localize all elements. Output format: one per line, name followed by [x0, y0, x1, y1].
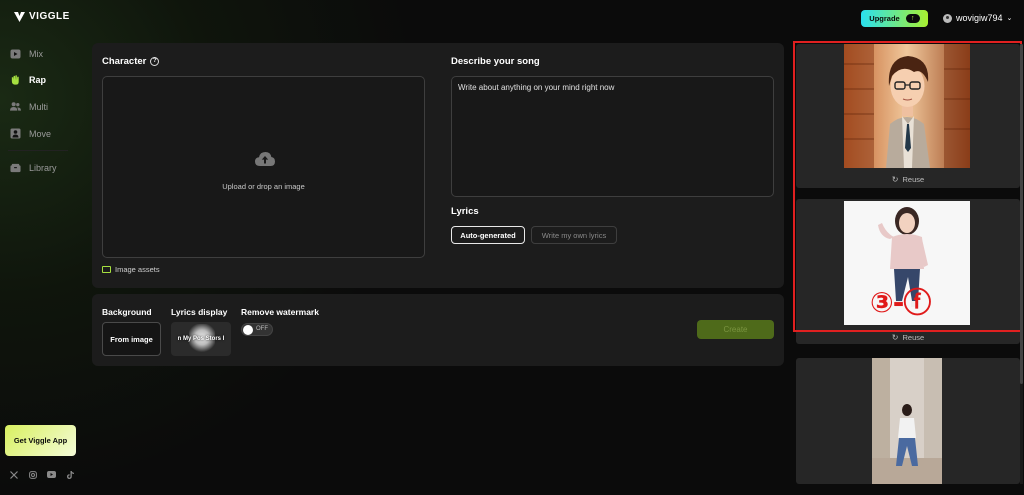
toggle-state: OFF [256, 326, 268, 332]
sidebar-divider [8, 150, 68, 151]
get-app-button[interactable]: Get Viggle App [5, 425, 76, 456]
lyrics-style-sample: n My Pos Stors I [177, 336, 225, 342]
options-panel: Background From image Lyrics display n M… [92, 294, 784, 366]
folder-icon [102, 266, 111, 273]
users-icon [10, 101, 21, 112]
hand-icon [10, 74, 21, 85]
image-assets-link[interactable]: Image assets [102, 265, 160, 274]
brand-logo[interactable]: VIGGLE [14, 11, 70, 22]
remove-watermark-toggle[interactable]: OFF [241, 323, 273, 336]
sidebar-item-move[interactable]: Move [10, 128, 51, 139]
sidebar-item-mix[interactable]: Mix [10, 48, 43, 59]
lyrics-display-label: Lyrics display [171, 307, 228, 317]
toggle-knob [243, 325, 253, 335]
chevron-down-icon: ⌄ [1006, 15, 1013, 22]
background-label: Background [102, 307, 152, 317]
user-menu[interactable]: wovigiw794 ⌄ [943, 13, 1012, 23]
gallery-card-2[interactable]: ③-ⓕ ↻ Reuse [796, 199, 1020, 344]
sidebar-item-label: Move [29, 128, 52, 139]
arrow-up-icon: ↑ [905, 14, 920, 23]
gallery-card-1[interactable]: ↻ Reuse [796, 44, 1020, 188]
sidebar-item-rap[interactable]: Rap [10, 74, 46, 85]
user-icon [943, 13, 952, 23]
cloud-upload-icon [255, 152, 275, 166]
overlay-annotation: ③-ⓕ [870, 286, 931, 319]
reuse-label: Reuse [902, 333, 925, 342]
gallery-scrollbar-thumb[interactable] [1020, 44, 1023, 384]
character-title-text: Character [102, 56, 147, 67]
sidebar-item-label: Mix [29, 48, 43, 59]
username: wovigiw794 [956, 13, 1003, 23]
upload-text: Upload or drop an image [222, 182, 305, 191]
instagram-icon[interactable] [28, 470, 37, 479]
play-square-icon [10, 48, 21, 59]
person-square-icon [10, 128, 21, 139]
watermark-label: Remove watermark [241, 307, 319, 317]
sidebar-item-library[interactable]: Library [10, 162, 57, 173]
lyrics-title: Lyrics [451, 206, 479, 217]
sidebar-item-multi[interactable]: Multi [10, 101, 48, 112]
song-description-input[interactable] [451, 76, 774, 197]
box-icon [10, 162, 21, 173]
refresh-icon: ↻ [891, 175, 899, 184]
help-icon[interactable]: ? [150, 56, 160, 66]
background-from-image-button[interactable]: From image [102, 322, 161, 356]
brand-name: VIGGLE [29, 11, 70, 22]
character-title: Character? [102, 56, 160, 67]
lyrics-display-selector[interactable]: n My Pos Stors I [171, 322, 231, 356]
auto-generated-button[interactable]: Auto-generated [451, 226, 525, 244]
reuse-button[interactable]: ↻ Reuse [796, 175, 1020, 184]
youtube-icon[interactable] [47, 470, 56, 479]
gallery-thumbnail-1 [844, 44, 970, 168]
song-title: Describe your song [451, 56, 540, 67]
social-links [9, 470, 75, 479]
image-upload-dropzone[interactable]: Upload or drop an image [102, 76, 425, 258]
reuse-button[interactable]: ↻ Reuse [796, 333, 1020, 342]
sidebar-item-label: Library [29, 162, 57, 173]
reuse-label: Reuse [902, 175, 925, 184]
sidebar-item-label: Rap [29, 74, 47, 85]
refresh-icon: ↻ [891, 333, 899, 342]
sidebar-item-label: Multi [29, 101, 49, 112]
tiktok-icon[interactable] [66, 470, 75, 479]
get-app-label: Get Viggle App [13, 436, 68, 445]
logo-mark-icon [14, 11, 25, 22]
create-button[interactable]: Create [697, 320, 774, 339]
gallery-card-3[interactable]: ↻ [796, 358, 1020, 484]
upgrade-label: Upgrade [869, 14, 900, 23]
upgrade-button[interactable]: Upgrade ↑ [861, 10, 928, 27]
gallery-thumbnail-3 [872, 358, 942, 484]
creation-panel: Character? Upload or drop an image Image… [92, 43, 784, 288]
x-icon[interactable] [9, 470, 18, 479]
write-own-lyrics-button[interactable]: Write my own lyrics [531, 226, 617, 244]
image-assets-label: Image assets [115, 265, 160, 274]
